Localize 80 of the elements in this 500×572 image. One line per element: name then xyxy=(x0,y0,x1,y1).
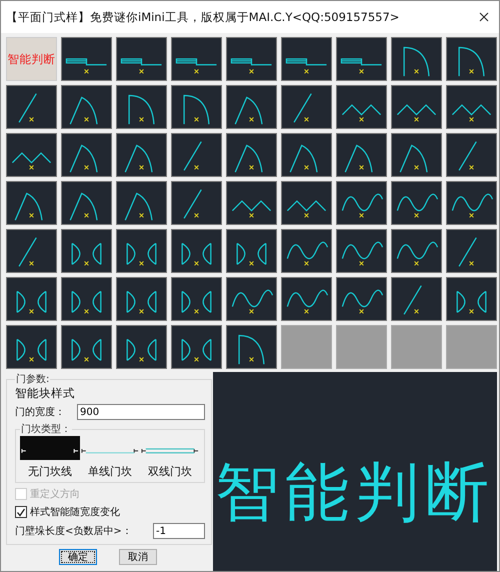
door-style-thumbnail[interactable] xyxy=(391,85,442,129)
group-title: 门参数: xyxy=(15,372,50,386)
checkbox[interactable] xyxy=(15,506,27,518)
door-style-thumbnail[interactable] xyxy=(391,133,442,177)
empty-slot xyxy=(446,325,497,369)
door-style-thumbnail[interactable] xyxy=(171,181,222,225)
door-style-thumbnail[interactable] xyxy=(336,181,387,225)
empty-slot xyxy=(281,325,332,369)
window-title: 【平面门式样】免费谜你iMini工具，版权属于MAI.C.Y<QQ:509157557> xyxy=(6,10,400,24)
door-style-thumbnail[interactable] xyxy=(6,229,57,273)
door-style-thumbnail[interactable] xyxy=(6,277,57,321)
door-style-thumbnail[interactable] xyxy=(226,229,277,273)
door-style-thumbnail[interactable] xyxy=(61,181,112,225)
jamb-length-field[interactable]: -1 xyxy=(153,523,205,539)
door-style-thumbnail[interactable] xyxy=(116,85,167,129)
door-style-thumbnail[interactable] xyxy=(226,37,277,81)
door-style-thumbnail[interactable] xyxy=(171,133,222,177)
sill-option-label: 双线门坎 xyxy=(148,464,192,479)
door-style-thumbnail[interactable] xyxy=(446,133,497,177)
door-style-thumbnail[interactable] xyxy=(6,85,57,129)
door-style-thumbnail[interactable] xyxy=(116,133,167,177)
door-style-thumbnail[interactable] xyxy=(61,277,112,321)
door-style-thumbnail[interactable] xyxy=(6,181,57,225)
door-style-thumbnail[interactable] xyxy=(171,325,222,369)
door-style-thumbnail[interactable] xyxy=(281,133,332,177)
door-style-thumbnail[interactable] xyxy=(336,229,387,273)
door-style-thumbnail[interactable] xyxy=(226,277,277,321)
width-label: 门的宽度： xyxy=(15,406,65,419)
door-style-thumbnail[interactable] xyxy=(281,277,332,321)
door-style-thumbnail[interactable] xyxy=(281,229,332,273)
door-style-thumbnail[interactable] xyxy=(281,181,332,225)
door-style-thumbnail[interactable] xyxy=(281,85,332,129)
door-style-thumbnail[interactable] xyxy=(116,37,167,81)
door-style-thumbnail[interactable] xyxy=(391,229,442,273)
door-style-thumbnail[interactable] xyxy=(171,229,222,273)
door-style-thumbnail[interactable] xyxy=(61,229,112,273)
door-style-thumbnail[interactable] xyxy=(116,277,167,321)
empty-slot xyxy=(336,325,387,369)
door-style-thumbnail[interactable] xyxy=(226,181,277,225)
door-style-thumbnail[interactable] xyxy=(226,325,277,369)
door-style-thumbnail[interactable] xyxy=(61,133,112,177)
door-style-thumbnail[interactable] xyxy=(446,181,497,225)
group-title: 门坎类型： xyxy=(20,422,72,436)
door-style-thumbnail[interactable] xyxy=(336,133,387,177)
checkbox-label: 重定义方向 xyxy=(30,488,80,501)
door-style-thumbnail[interactable] xyxy=(61,325,112,369)
preview-text: 智能判断 xyxy=(215,455,495,532)
empty-slot xyxy=(391,325,442,369)
door-style-thumbnail[interactable] xyxy=(446,229,497,273)
door-style-thumbnail[interactable] xyxy=(6,325,57,369)
door-style-thumbnail[interactable] xyxy=(61,37,112,81)
sill-option-label: 无门坎线 xyxy=(28,464,72,479)
door-style-thumbnail[interactable] xyxy=(281,37,332,81)
door-style-thumbnail[interactable] xyxy=(116,229,167,273)
door-style-thumbnail[interactable] xyxy=(336,85,387,129)
door-style-thumbnail[interactable] xyxy=(391,37,442,81)
style-name: 智能块样式 xyxy=(15,386,76,401)
door-style-thumbnail[interactable] xyxy=(391,277,442,321)
door-style-thumbnail[interactable] xyxy=(391,181,442,225)
dialog-button[interactable]: 确定 xyxy=(59,549,97,565)
sill-option-label: 单线门坎 xyxy=(88,464,132,479)
close-icon[interactable] xyxy=(479,12,489,22)
door-style-thumbnail[interactable] xyxy=(61,85,112,129)
door-style-thumbnail[interactable] xyxy=(171,37,222,81)
door-style-thumbnail[interactable] xyxy=(171,85,222,129)
door-style-thumbnail[interactable] xyxy=(226,133,277,177)
door-style-thumbnail[interactable] xyxy=(336,37,387,81)
door-style-thumbnail[interactable] xyxy=(171,277,222,321)
door-style-thumbnail[interactable] xyxy=(446,85,497,129)
door-style-thumbnail[interactable] xyxy=(336,277,387,321)
width-field[interactable]: 900 xyxy=(77,404,205,420)
door-style-thumbnail[interactable] xyxy=(6,133,57,177)
dialog-button[interactable]: 取消 xyxy=(119,549,157,565)
door-style-thumbnail[interactable] xyxy=(226,85,277,129)
door-style-thumbnail[interactable] xyxy=(116,181,167,225)
jamb-label: 门壁垛长度<负数居中>： xyxy=(15,524,132,538)
door-style-thumbnail[interactable] xyxy=(446,277,497,321)
checkbox-label: 样式智能随宽度变化 xyxy=(30,506,120,519)
door-style-thumbnail[interactable] xyxy=(446,37,497,81)
door-style-thumbnail[interactable] xyxy=(116,325,167,369)
